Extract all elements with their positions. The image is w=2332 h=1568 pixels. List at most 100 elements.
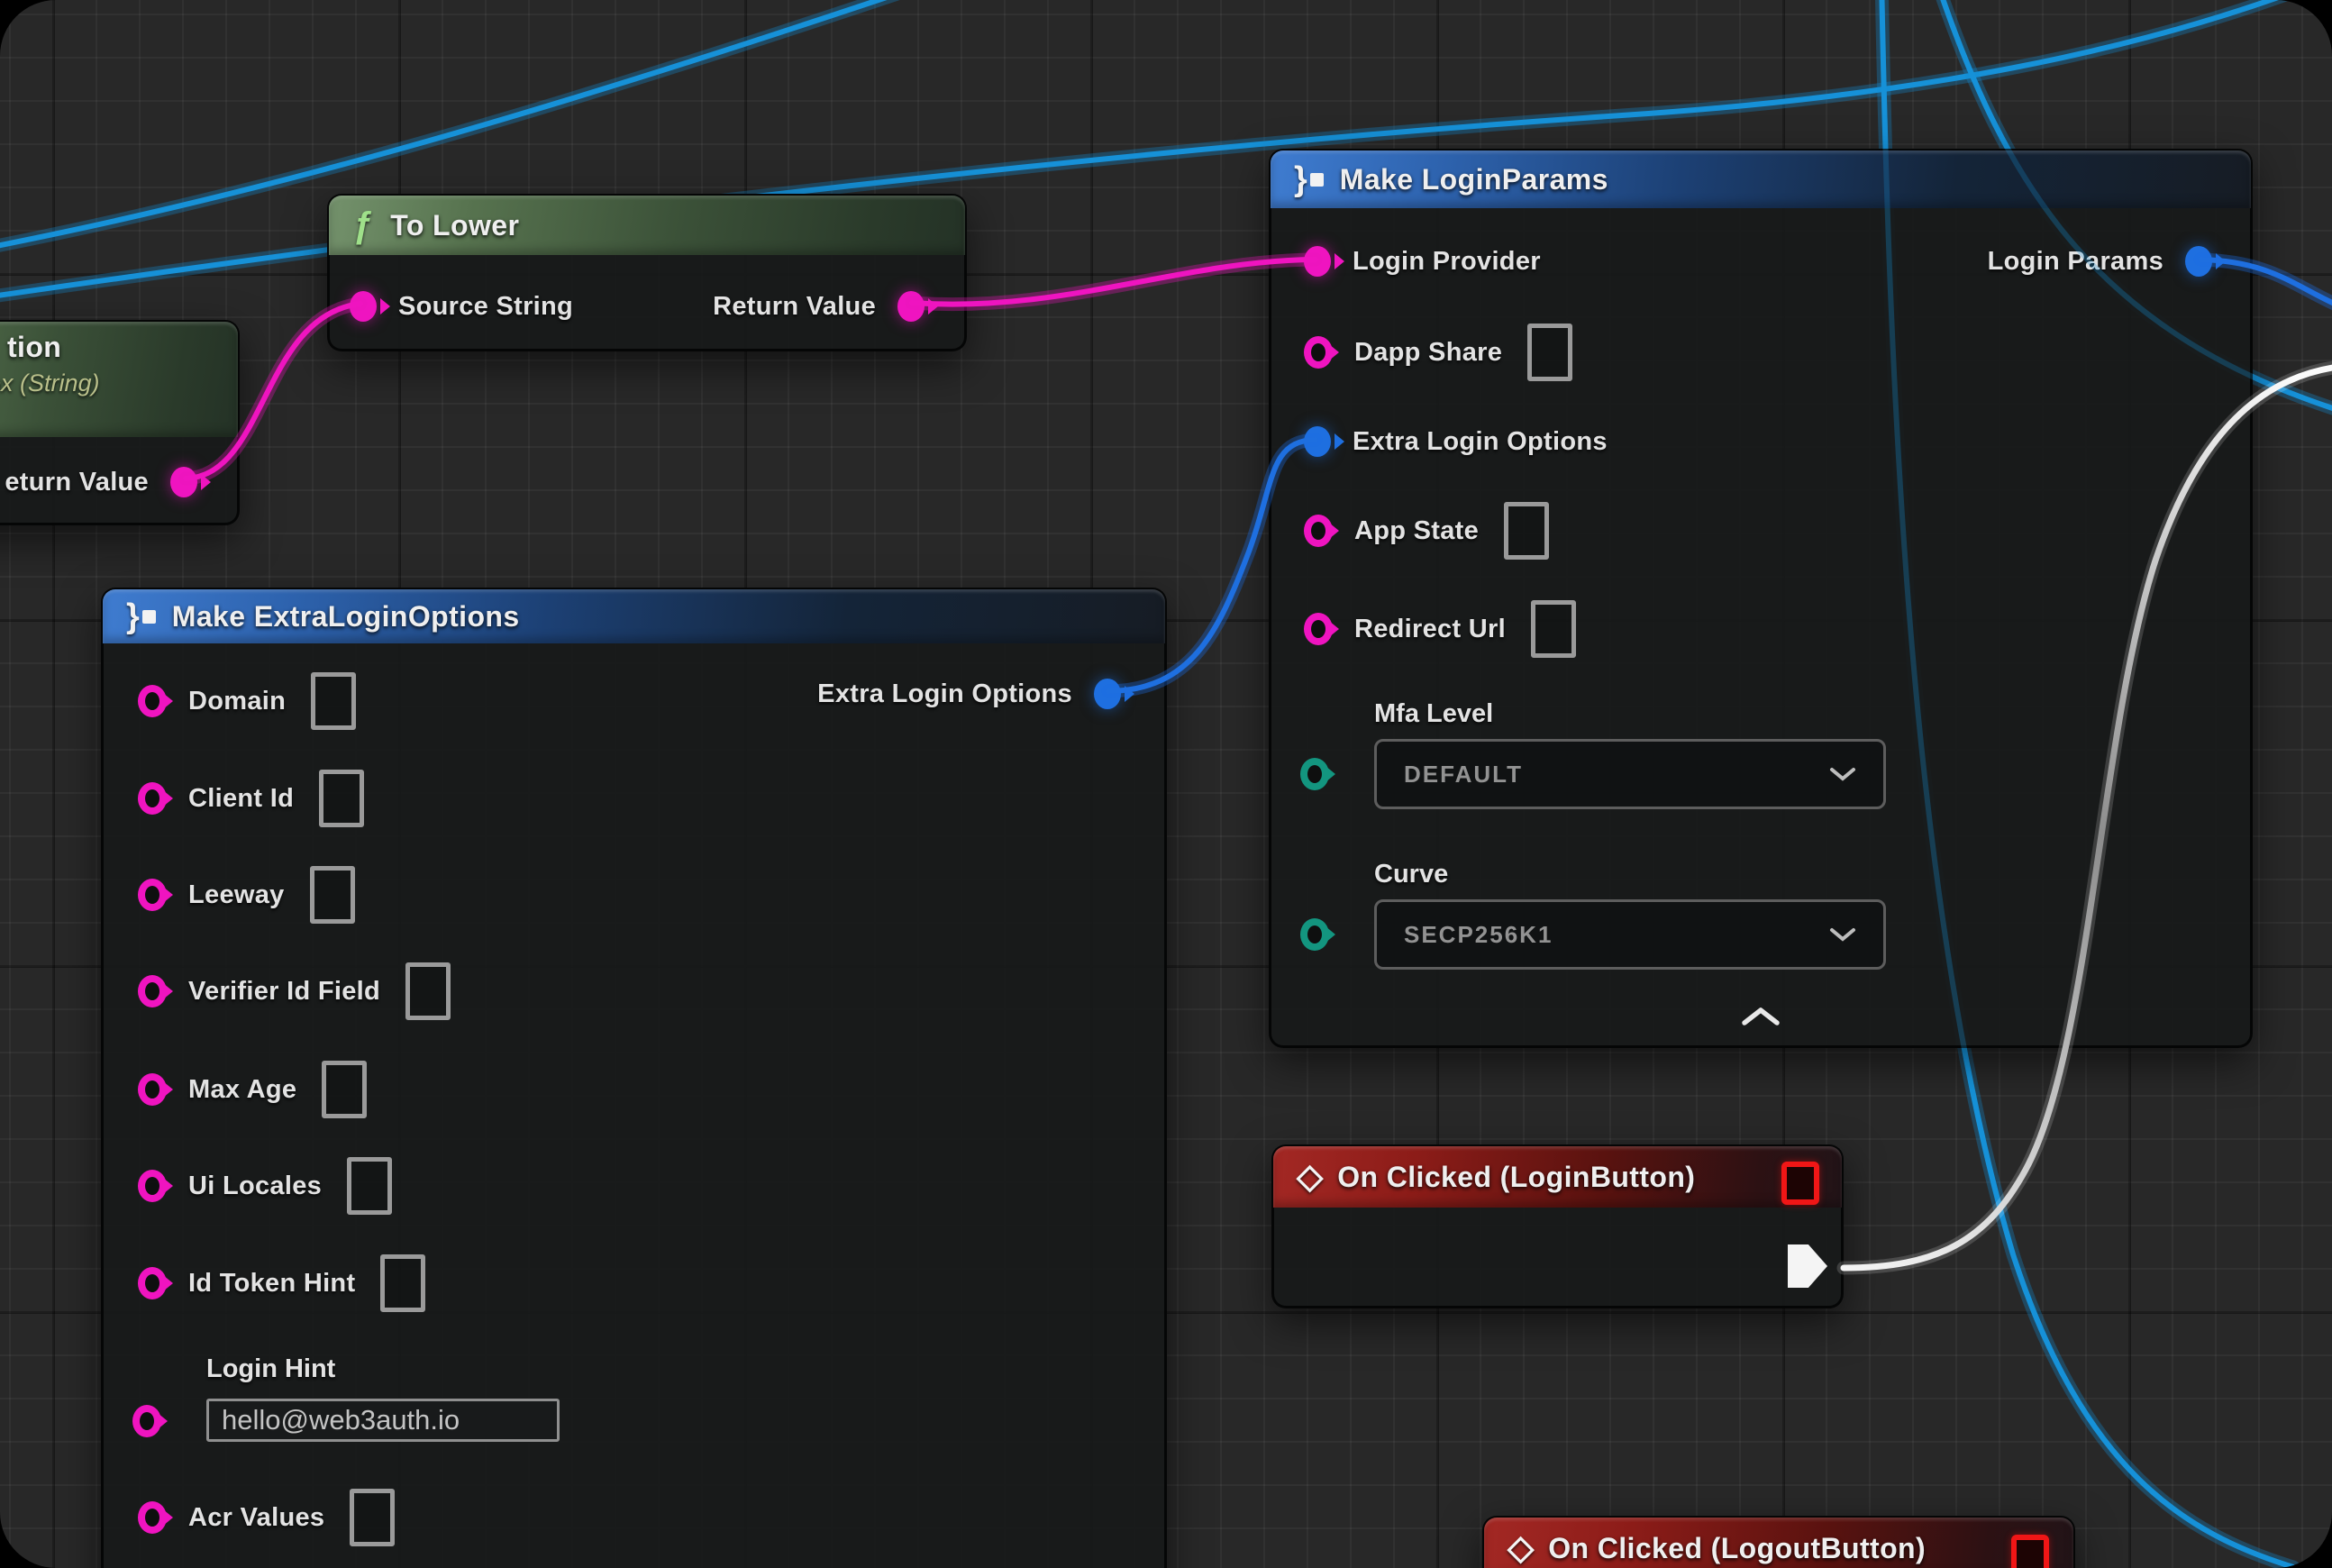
verifier-id-field-input-pin[interactable] bbox=[138, 975, 167, 1007]
acr-values-input-pin[interactable] bbox=[138, 1501, 167, 1534]
client-id-input-pin[interactable] bbox=[138, 782, 167, 815]
return-value-output-pin[interactable] bbox=[170, 467, 197, 497]
make-struct-icon: } bbox=[1294, 173, 1324, 187]
verifier-id-field-row: Verifier Id Field bbox=[138, 960, 451, 1023]
login-params-output-row: Login Params bbox=[1988, 230, 2212, 293]
source-string-input-pin[interactable] bbox=[350, 291, 377, 322]
login-provider-input-pin[interactable] bbox=[1304, 246, 1331, 277]
extra-login-options-output-pin[interactable] bbox=[1094, 679, 1121, 709]
on-clicked-logout-button-node[interactable]: ◇ On Clicked (LogoutButton) bbox=[1482, 1516, 2075, 1568]
to-lower-node[interactable]: ƒ To Lower Source String Return Value bbox=[327, 194, 967, 351]
login-hint-input-pin[interactable] bbox=[132, 1405, 161, 1437]
domain-label: Domain bbox=[188, 687, 286, 716]
make-login-params-node[interactable]: } Make LoginParams Login Provider Login … bbox=[1269, 149, 2253, 1048]
mfa-level-label: Mfa Level bbox=[1374, 699, 1493, 729]
app-state-row: App State bbox=[1304, 499, 1549, 562]
on-clicked-logout-button-title: On Clicked (LogoutButton) bbox=[1548, 1532, 1926, 1565]
domain-input-pin[interactable] bbox=[138, 685, 167, 717]
id-token-hint-label: Id Token Hint bbox=[188, 1269, 355, 1299]
leeway-input-pin[interactable] bbox=[138, 879, 167, 911]
id-token-hint-checkbox[interactable] bbox=[380, 1254, 425, 1312]
on-clicked-login-button-node[interactable]: ◇ On Clicked (LoginButton) bbox=[1271, 1144, 1844, 1308]
return-value-output-row: eturn Value bbox=[5, 451, 197, 514]
return-value-output-pin[interactable] bbox=[897, 291, 925, 322]
mfa-level-value: DEFAULT bbox=[1404, 761, 1523, 789]
blueprint-graph-canvas[interactable]: tion ox (String) eturn Value ƒ To Lower … bbox=[0, 0, 2332, 1568]
delegate-pin-badge[interactable] bbox=[2011, 1535, 2049, 1568]
make-struct-icon: } bbox=[126, 610, 156, 624]
id-token-hint-input-pin[interactable] bbox=[138, 1267, 167, 1299]
extra-login-options-label: Extra Login Options bbox=[1353, 427, 1608, 457]
node-subtitle-fragment: ox (String) bbox=[0, 369, 238, 397]
max-age-input-pin[interactable] bbox=[138, 1073, 167, 1106]
client-id-row: Client Id bbox=[138, 767, 364, 830]
extra-login-options-row: Extra Login Options bbox=[1304, 410, 1608, 473]
ui-locales-row: Ui Locales bbox=[138, 1154, 392, 1217]
leeway-row: Leeway bbox=[138, 863, 355, 926]
login-params-output-label: Login Params bbox=[1988, 247, 2163, 277]
make-login-params-title: Make LoginParams bbox=[1340, 163, 1608, 196]
redirect-url-label: Redirect Url bbox=[1354, 615, 1506, 644]
domain-checkbox[interactable] bbox=[311, 672, 356, 730]
curve-label: Curve bbox=[1374, 860, 1448, 889]
on-clicked-login-button-title: On Clicked (LoginButton) bbox=[1337, 1161, 1695, 1194]
leeway-checkbox[interactable] bbox=[310, 866, 355, 924]
wire-tolower-to-provider-glow bbox=[912, 260, 1316, 305]
curve-dropdown[interactable]: SECP256K1 bbox=[1374, 899, 1886, 970]
make-extra-login-options-header: } Make ExtraLoginOptions bbox=[103, 589, 1165, 643]
return-value-row: Return Value bbox=[713, 275, 925, 338]
ui-locales-checkbox[interactable] bbox=[347, 1157, 392, 1215]
return-value-label: Return Value bbox=[713, 292, 876, 322]
exec-output-pin[interactable] bbox=[1788, 1244, 1827, 1288]
chevron-up-icon bbox=[1739, 1006, 1782, 1027]
extra-login-options-output-label: Extra Login Options bbox=[817, 679, 1072, 709]
redirect-url-input-pin[interactable] bbox=[1304, 613, 1333, 645]
dapp-share-row: Dapp Share bbox=[1304, 321, 1572, 384]
return-value-label: eturn Value bbox=[5, 468, 149, 497]
login-hint-text-field[interactable] bbox=[206, 1399, 560, 1442]
acr-values-label: Acr Values bbox=[188, 1503, 324, 1533]
max-age-checkbox[interactable] bbox=[322, 1061, 367, 1118]
node-title-fragment: tion bbox=[0, 331, 238, 364]
mfa-level-input-pin[interactable] bbox=[1300, 758, 1329, 790]
acr-values-row: Acr Values bbox=[138, 1486, 395, 1549]
login-provider-row: Login Provider bbox=[1304, 230, 1541, 293]
curve-value: SECP256K1 bbox=[1404, 921, 1553, 949]
app-state-input-pin[interactable] bbox=[1304, 515, 1333, 547]
dapp-share-label: Dapp Share bbox=[1354, 338, 1502, 368]
to-lower-header: ƒ To Lower bbox=[329, 196, 965, 255]
make-extra-login-options-node[interactable]: } Make ExtraLoginOptions Extra Login Opt… bbox=[101, 588, 1167, 1568]
verifier-id-field-label: Verifier Id Field bbox=[188, 977, 380, 1007]
max-age-label: Max Age bbox=[188, 1075, 296, 1105]
to-lower-title: To Lower bbox=[390, 209, 519, 242]
app-state-label: App State bbox=[1354, 516, 1479, 546]
login-hint-label: Login Hint bbox=[206, 1354, 335, 1384]
source-string-row: Source String bbox=[350, 275, 573, 338]
make-login-params-header: } Make LoginParams bbox=[1271, 150, 2251, 208]
dapp-share-checkbox[interactable] bbox=[1527, 324, 1572, 381]
domain-row: Domain bbox=[138, 670, 356, 733]
acr-values-checkbox[interactable] bbox=[350, 1489, 395, 1546]
curve-input-pin[interactable] bbox=[1300, 918, 1329, 951]
mfa-level-dropdown[interactable]: DEFAULT bbox=[1374, 739, 1886, 809]
extra-login-options-input-pin[interactable] bbox=[1304, 426, 1331, 457]
delegate-pin-badge[interactable] bbox=[1781, 1162, 1819, 1205]
ui-locales-input-pin[interactable] bbox=[138, 1170, 167, 1202]
leeway-label: Leeway bbox=[188, 880, 285, 910]
collapse-node-button[interactable] bbox=[1739, 1006, 1782, 1032]
string-function-node-partial[interactable]: tion ox (String) eturn Value bbox=[0, 320, 240, 525]
id-token-hint-row: Id Token Hint bbox=[138, 1252, 425, 1315]
app-state-checkbox[interactable] bbox=[1504, 502, 1549, 560]
client-id-checkbox[interactable] bbox=[319, 770, 364, 827]
client-id-label: Client Id bbox=[188, 784, 294, 814]
login-params-output-pin[interactable] bbox=[2185, 246, 2212, 277]
redirect-url-checkbox[interactable] bbox=[1531, 600, 1576, 658]
extra-login-options-output-row: Extra Login Options bbox=[817, 662, 1121, 725]
chevron-down-icon bbox=[1829, 927, 1856, 942]
ui-locales-label: Ui Locales bbox=[188, 1171, 322, 1201]
source-string-label: Source String bbox=[398, 292, 573, 322]
verifier-id-field-checkbox[interactable] bbox=[405, 962, 451, 1020]
dapp-share-input-pin[interactable] bbox=[1304, 336, 1333, 369]
chevron-down-icon bbox=[1829, 767, 1856, 781]
wire-tolower-to-login-provider[interactable] bbox=[912, 260, 1316, 305]
